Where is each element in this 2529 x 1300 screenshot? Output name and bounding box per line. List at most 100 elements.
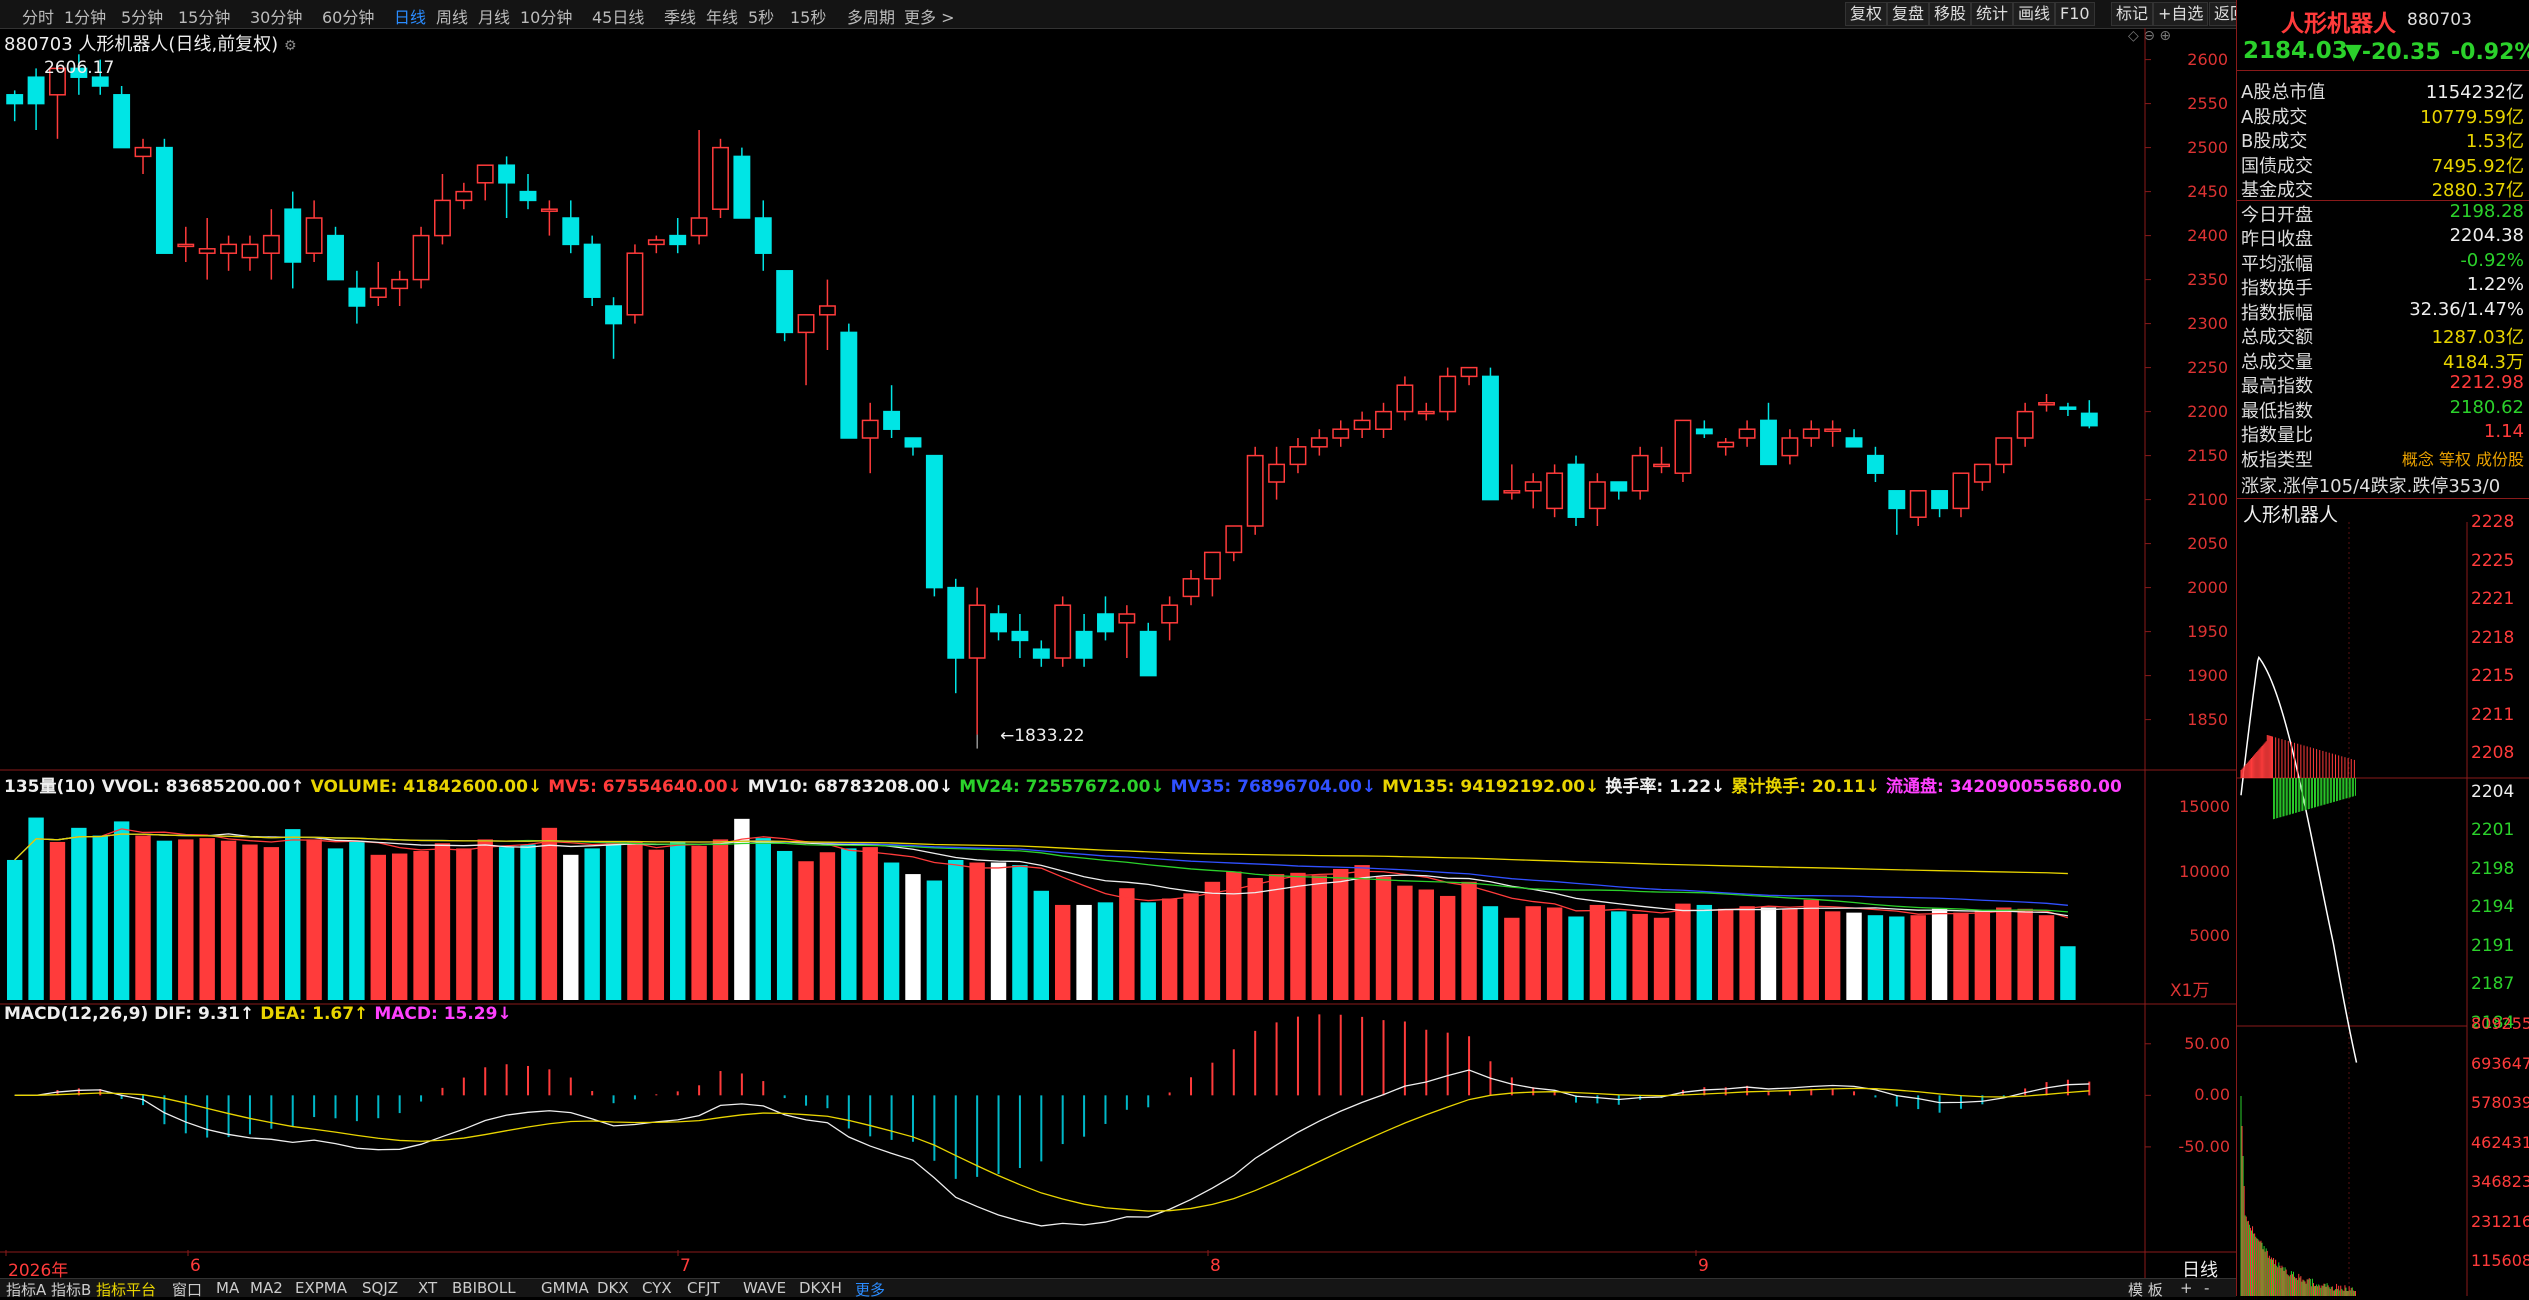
volume-bar (1504, 918, 1519, 1000)
candle (1975, 464, 1990, 490)
template-button[interactable]: 模 板 (2128, 1279, 2163, 1300)
indicator-tab[interactable]: DKXH (799, 1279, 842, 1297)
mini-volume-tick: 693647 (2471, 1054, 2529, 1073)
timeframe-tab[interactable]: 月线 (478, 4, 510, 28)
candle (841, 324, 856, 438)
timeframe-tab[interactable]: 周线 (436, 4, 468, 28)
indicator-tab[interactable]: BBIBOLL (452, 1279, 516, 1297)
candle (2039, 394, 2054, 412)
legend-item: DEA: 1.67↑ (260, 1004, 368, 1024)
volume-bar (863, 847, 878, 1000)
timeframe-tab[interactable]: 1分钟 (64, 4, 106, 28)
mini-volume-tick: 578039 (2471, 1093, 2529, 1112)
indicator-tab[interactable]: WAVE (743, 1279, 786, 1297)
indicator-tab[interactable]: EXPMA (295, 1279, 347, 1297)
volume-bar (756, 838, 771, 1000)
timeframe-tab[interactable]: 季线 (664, 4, 696, 28)
mini-price-tick: 2225 (2471, 551, 2514, 571)
price-tick: 2400 (2168, 226, 2228, 245)
toolbar-button[interactable]: 复盘 (1887, 2, 1929, 26)
indicator-tab[interactable]: GMMA (541, 1279, 589, 1297)
template-button[interactable]: - (2204, 1279, 2209, 1297)
timeframe-tab[interactable]: 年线 (706, 4, 738, 28)
indicator-tab[interactable]: CFJT (687, 1279, 720, 1297)
indicator-tab[interactable]: 更多 (855, 1279, 885, 1300)
candle (1675, 420, 1690, 482)
timeframe-tab[interactable]: 10分钟 (520, 4, 572, 28)
volume-bar (1547, 907, 1562, 1000)
volume-bar (1889, 916, 1904, 1000)
toolbar-button[interactable]: F10 (2055, 2, 2095, 26)
indicator-tab[interactable]: MA2 (250, 1279, 283, 1297)
candle (1354, 412, 1369, 438)
candle (1718, 438, 1733, 456)
legend-item: MV10: 68783208.00↓ (748, 777, 953, 797)
volume-bar (2039, 915, 2054, 1000)
volume-bar (435, 843, 450, 1000)
candle (2082, 400, 2097, 428)
info-row: 平均涨幅 -0.92% (2241, 250, 2526, 273)
info-label: A股总市值 (2241, 78, 2325, 104)
candle (178, 227, 193, 262)
timeframe-tab[interactable]: 日线 (394, 4, 426, 28)
indicator-tab[interactable]: DKX (597, 1279, 629, 1297)
toolbar-button[interactable]: 画线 (2013, 2, 2055, 26)
info-row: 最高指数 2212.98 (2241, 372, 2526, 395)
toolbar-button[interactable]: +自选 (2153, 2, 2208, 26)
info-label: 今日开盘 (2241, 201, 2313, 227)
timeframe-tab[interactable]: 分时 (22, 4, 54, 28)
timeframe-tab[interactable]: 5秒 (748, 4, 774, 28)
volume-bar (499, 847, 514, 1000)
toolbar-button[interactable]: 移股 (1929, 2, 1971, 26)
indicator-tab[interactable]: 窗口 (172, 1279, 202, 1300)
info-row: 基金成交 2880.37亿 (2241, 176, 2526, 199)
chart-canvas[interactable] (0, 28, 2236, 1278)
mini-price-tick: 2218 (2471, 628, 2514, 648)
volume-bar (734, 819, 749, 1000)
price-tick: 2500 (2168, 138, 2228, 157)
candle (7, 90, 22, 121)
timeframe-tab[interactable]: 5分钟 (121, 4, 163, 28)
candle (1376, 403, 1391, 438)
toolbar-button[interactable]: 统计 (1971, 2, 2013, 26)
volume-bar (50, 842, 65, 1000)
indicator-tab[interactable]: 指标平台 (96, 1279, 156, 1300)
volume-bar (969, 863, 984, 1000)
candle (499, 156, 514, 218)
timeframe-tab[interactable]: 多周期 (847, 4, 895, 28)
indicator-tab[interactable]: CYX (642, 1279, 672, 1297)
volume-tick: 5000 (2170, 926, 2230, 945)
volume-bar (71, 828, 86, 1000)
info-value: 1.14 (2484, 421, 2524, 442)
timeframe-tab[interactable]: 15秒 (790, 4, 826, 28)
sector-type-value[interactable]: 概念 等权 成份股 (2402, 446, 2524, 470)
indicator-tab[interactable]: 指标A (6, 1279, 46, 1300)
candle (1782, 429, 1797, 464)
candle (563, 200, 578, 253)
candle (1611, 482, 1626, 500)
candle (328, 227, 343, 280)
indicator-tab[interactable]: MA (216, 1279, 239, 1297)
mini-price-tick: 2228 (2471, 512, 2514, 532)
timeframe-tab[interactable]: 更多 > (904, 4, 955, 28)
timeframe-tab[interactable]: 30分钟 (250, 4, 302, 28)
timeframe-tab[interactable]: 45日线 (592, 4, 644, 28)
toolbar-button[interactable]: 标记 (2111, 2, 2153, 26)
candle (1739, 420, 1754, 446)
indicator-tab[interactable]: 指标B (51, 1279, 91, 1300)
candle (371, 262, 386, 306)
toolbar-button[interactable]: 复权 (1845, 2, 1887, 26)
legend-item: MV24: 72557672.00↓ (959, 777, 1164, 797)
price-tick: 2000 (2168, 578, 2228, 597)
timeframe-tab[interactable]: 15分钟 (178, 4, 230, 28)
index-price: 2184.03 (2243, 38, 2348, 64)
timeframe-tab[interactable]: 60分钟 (322, 4, 374, 28)
info-label: A股成交 (2241, 103, 2307, 129)
volume-bar (1354, 865, 1369, 1000)
price-tick: 1850 (2168, 710, 2228, 729)
template-button[interactable]: + (2180, 1279, 2193, 1297)
indicator-tab[interactable]: XT (418, 1279, 437, 1297)
volume-bar (2017, 909, 2032, 1000)
indicator-tab[interactable]: SQJZ (362, 1279, 398, 1297)
candle (1697, 420, 1712, 438)
